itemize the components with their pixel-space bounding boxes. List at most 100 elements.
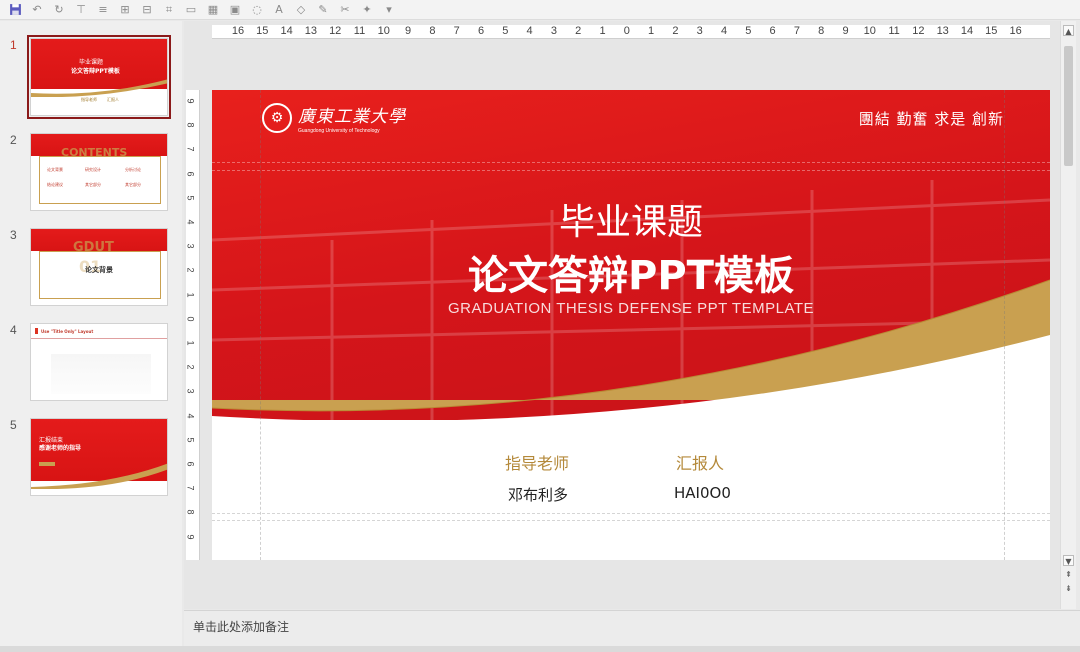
ruler-mark: 1 — [599, 25, 606, 37]
reporter-name[interactable]: HAI0O0 — [674, 484, 731, 502]
thumb-reporter-label: 汇报人 — [107, 97, 119, 102]
line-color-icon[interactable]: ✎ — [314, 2, 332, 18]
next-slide-icon[interactable]: ⇟ — [1063, 583, 1074, 594]
gold-wave — [212, 279, 1050, 560]
guide-line — [212, 513, 1050, 514]
arrange-icon[interactable]: ⊟ — [138, 2, 156, 18]
ruler-mark: 12 — [329, 25, 342, 37]
guide-line — [1004, 90, 1005, 560]
scroll-up-icon[interactable]: ▲ — [1063, 25, 1074, 36]
notes-pane[interactable]: 单击此处添加备注 — [184, 610, 1080, 646]
ruler-mark: 3 — [185, 388, 196, 394]
ruler-mark: 7 — [185, 146, 196, 152]
ruler-mark: 2 — [185, 364, 196, 370]
slide-number: 5 — [10, 418, 17, 432]
thumb-advisor-label: 指导老师 — [81, 97, 97, 102]
text-color-icon[interactable]: A — [270, 2, 288, 18]
ruler-mark: 9 — [185, 98, 196, 104]
slide-canvas[interactable]: ⚙ 廣東工業大學 Guangdong University of Technol… — [212, 90, 1050, 560]
redo-icon[interactable]: ↻ — [50, 2, 68, 18]
slide-number: 2 — [10, 133, 17, 147]
previous-slide-icon[interactable]: ⇞ — [1063, 569, 1074, 580]
vertical-ruler: 9 8 7 6 5 4 3 2 1 0 1 2 3 4 5 6 7 8 9 — [186, 90, 200, 560]
university-name-en: Guangdong University of Technology — [298, 128, 380, 134]
slide-preview[interactable]: GDUT 01 论文背景 — [30, 228, 168, 306]
thumb-subtitle: 感谢老师的指导 — [39, 445, 82, 452]
slide-preview[interactable]: 汇报结束 感谢老师的指导 — [30, 418, 168, 496]
more-icon[interactable]: ▾ — [380, 2, 398, 18]
align-icon[interactable]: ≡ — [94, 2, 112, 18]
thumb-item: 结论建议 — [47, 182, 63, 187]
ruler-mark: 2 — [575, 25, 582, 37]
guide-line — [212, 170, 1050, 171]
ruler-mark: 12 — [912, 25, 925, 37]
ruler-mark: 2 — [672, 25, 679, 37]
ruler-mark: 16 — [1009, 25, 1022, 37]
guide-line — [260, 90, 261, 560]
image-icon[interactable]: ▣ — [226, 2, 244, 18]
save-icon[interactable] — [6, 2, 24, 18]
ruler-mark: 3 — [185, 243, 196, 249]
reporter-label[interactable]: 汇报人 — [676, 450, 724, 474]
thumb-item: 其它部分 — [125, 182, 141, 187]
ruler-mark: 4 — [185, 413, 196, 419]
shapes-icon[interactable]: ▭ — [182, 2, 200, 18]
ruler-mark: 7 — [453, 25, 460, 37]
status-bar — [0, 646, 1080, 652]
slide-preview[interactable]: Use "Title Only" Layout — [30, 323, 168, 401]
notes-placeholder[interactable]: 单击此处添加备注 — [193, 618, 289, 635]
ruler-mark: 14 — [960, 25, 974, 37]
scrollbar-thumb[interactable] — [1064, 46, 1073, 166]
university-motto[interactable]: 團結 勤奮 求是 創新 — [859, 108, 1004, 129]
ruler-mark: 5 — [185, 195, 196, 201]
ruler-mark: 4 — [185, 219, 196, 225]
ruler-mark: 3 — [696, 25, 703, 37]
format-icon[interactable]: ⊤ — [72, 2, 90, 18]
advisor-name[interactable]: 邓布利多 — [508, 484, 568, 505]
ruler-mark: 5 — [502, 25, 509, 37]
format-painter-icon[interactable]: ✂ — [336, 2, 354, 18]
thumb-title: Use "Title Only" Layout — [41, 329, 94, 334]
slide-number: 4 — [10, 323, 17, 337]
thumb-item: 分析讨论 — [125, 167, 141, 172]
ruler-mark: 9 — [405, 25, 412, 37]
ruler-mark: 8 — [429, 25, 436, 37]
ruler-mark: 11 — [888, 25, 900, 37]
ruler-mark: 6 — [185, 461, 196, 467]
slide-number: 3 — [10, 228, 17, 242]
ruler-mark: 9 — [842, 25, 849, 37]
advisor-label[interactable]: 指导老师 — [505, 450, 569, 474]
university-logo[interactable]: ⚙ 廣東工業大學 Guangdong University of Technol… — [262, 102, 406, 134]
ruler-mark: 5 — [745, 25, 752, 37]
table-icon[interactable]: ▦ — [204, 2, 222, 18]
title-line-1[interactable]: 毕业课题 — [212, 193, 1050, 245]
university-name-cn: 廣東工業大學 — [298, 107, 406, 127]
ruler-mark: 13 — [304, 25, 318, 37]
scroll-down-icon[interactable]: ▼ — [1063, 555, 1074, 566]
slide-number: 1 — [10, 38, 17, 52]
ruler-mark: 4 — [526, 25, 533, 37]
slide-preview[interactable]: CONTENTS 论文背景 研究设计 分析讨论 结论建议 其它部分 其它部分 — [30, 133, 168, 211]
thumb-heading: 论文背景 — [85, 266, 113, 274]
english-subtitle[interactable]: GRADUATION THESIS DEFENSE PPT TEMPLATE — [212, 300, 1050, 317]
crop-icon[interactable]: ⌗ — [160, 2, 178, 18]
ruler-mark: 10 — [863, 25, 876, 37]
distribute-icon[interactable]: ⊞ — [116, 2, 134, 18]
ruler-mark: 7 — [185, 485, 196, 491]
ruler-mark: 8 — [185, 122, 196, 128]
ruler-mark: 8 — [185, 509, 196, 515]
ruler-mark: 5 — [185, 437, 196, 443]
title-line-2[interactable]: 论文答辩PPT模板 — [212, 243, 1050, 301]
ruler-mark: 10 — [377, 25, 390, 37]
fill-color-icon[interactable]: ◇ — [292, 2, 310, 18]
undo-icon[interactable]: ↶ — [28, 2, 46, 18]
vertical-scrollbar[interactable]: ▲ ▼ ⇞ ⇟ — [1060, 21, 1076, 609]
ruler-mark: 1 — [185, 292, 196, 298]
slide-preview[interactable]: 毕业课题 论文答辩PPT模板 指导老师 汇报人 — [27, 35, 171, 119]
ruler-mark: 14 — [280, 25, 293, 37]
ruler-mark: 1 — [648, 25, 655, 37]
effects-icon[interactable]: ✦ — [358, 2, 376, 18]
chart-icon[interactable]: ◌ — [248, 2, 266, 18]
ruler-mark: 9 — [185, 534, 196, 540]
ruler-mark: 2 — [185, 267, 196, 273]
